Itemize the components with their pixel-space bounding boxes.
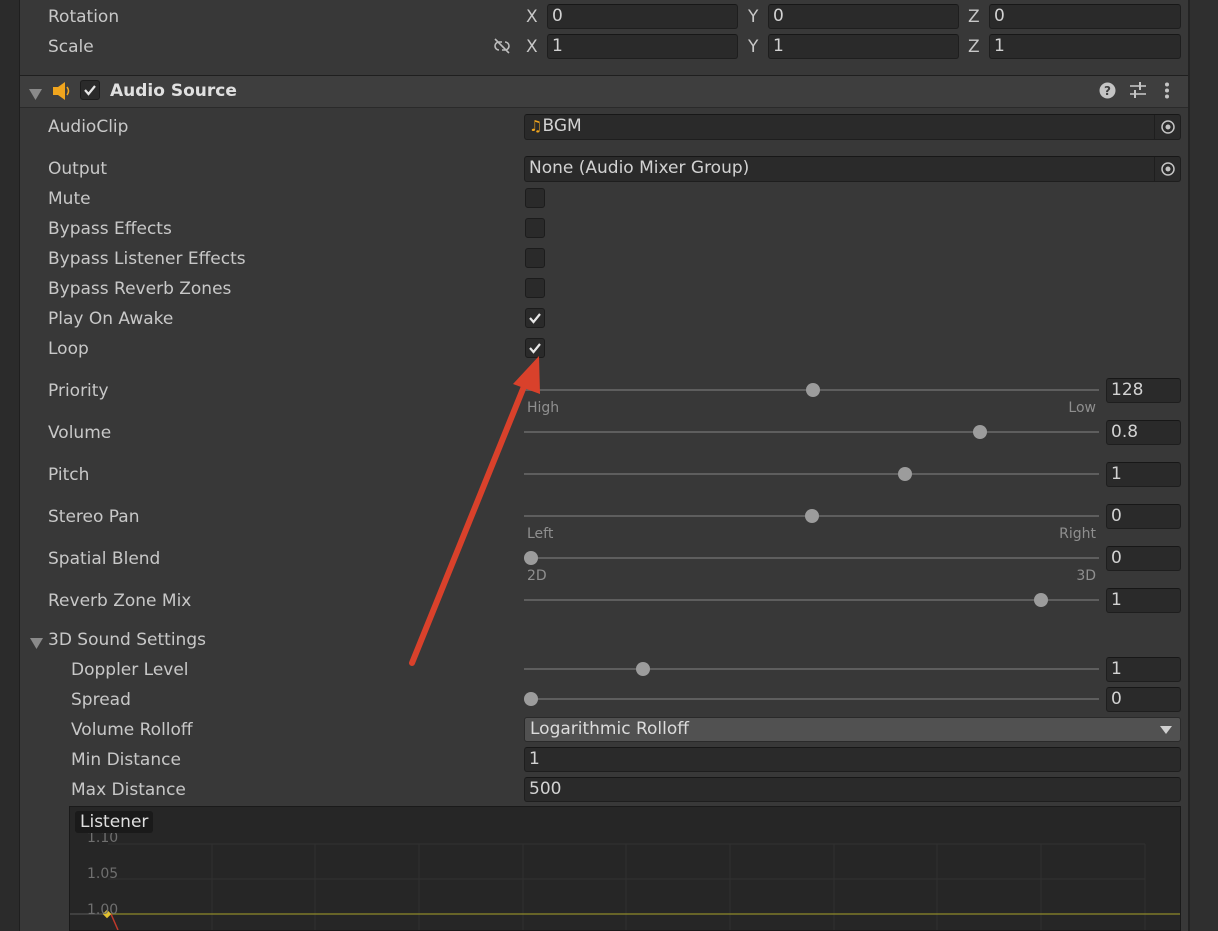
3d-sound-settings-foldout[interactable]: 3D Sound Settings <box>48 630 206 650</box>
volume-rolloff-dropdown[interactable]: Logarithmic Rolloff <box>524 717 1181 742</box>
pitch-label: Pitch <box>48 465 90 485</box>
volume-slider-track[interactable] <box>524 431 1099 433</box>
priority-label: Priority <box>48 381 109 401</box>
doppler-level-slider-thumb[interactable] <box>636 662 651 676</box>
max-distance-field[interactable]: 500 <box>524 777 1181 802</box>
spatial-blend-slider-track[interactable] <box>524 557 1099 559</box>
doppler-level-value-field[interactable]: 1 <box>1106 657 1181 682</box>
audioclip-label: AudioClip <box>48 117 129 137</box>
min-distance-label: Min Distance <box>71 750 181 770</box>
mute-label: Mute <box>48 189 91 209</box>
bypass-reverb-zones-checkbox[interactable] <box>525 278 545 298</box>
annotation-arrow <box>409 356 540 666</box>
presets-icon[interactable] <box>1129 82 1147 103</box>
stereo-pan-label: Stereo Pan <box>48 507 140 527</box>
rotation-x-field[interactable]: 0 <box>547 4 738 29</box>
spatial-blend-max-label: 3D <box>1076 568 1096 584</box>
stereo-pan-max-label: Right <box>1059 526 1096 542</box>
volume-label: Volume <box>48 423 112 443</box>
max-distance-label: Max Distance <box>71 780 186 800</box>
chevron-down-icon <box>1160 726 1172 734</box>
component-title: Audio Source <box>110 81 237 101</box>
scale-label: Scale <box>48 37 94 57</box>
loop-label: Loop <box>48 339 89 359</box>
pitch-slider-track[interactable] <box>524 473 1099 475</box>
foldout-arrow-icon[interactable] <box>30 634 43 653</box>
scale-x-field[interactable]: 1 <box>547 34 738 59</box>
scale-y-field[interactable]: 1 <box>768 34 959 59</box>
rotation-x-axis-label[interactable]: X <box>526 6 538 28</box>
foldout-arrow-icon[interactable] <box>29 85 42 104</box>
scale-y-axis-label[interactable]: Y <box>748 36 758 58</box>
output-field[interactable]: None (Audio Mixer Group) <box>524 156 1181 182</box>
mute-checkbox[interactable] <box>525 188 545 208</box>
audio-clip-icon: ♫ <box>529 117 543 135</box>
priority-max-label: Low <box>1068 400 1096 416</box>
rotation-label: Rotation <box>48 7 120 27</box>
volume-slider-thumb[interactable] <box>972 425 987 439</box>
bypass-reverb-zones-label: Bypass Reverb Zones <box>48 279 232 299</box>
rotation-y-axis-label[interactable]: Y <box>748 6 758 28</box>
unlink-scale-icon[interactable] <box>492 37 512 55</box>
y-tick-label: 1.00 <box>87 902 119 918</box>
volume-rolloff-value: Logarithmic Rolloff <box>530 719 689 739</box>
stereo-pan-slider-thumb[interactable] <box>804 509 819 523</box>
output-label: Output <box>48 159 108 179</box>
audioclip-field[interactable]: ♫BGM <box>524 114 1181 140</box>
bypass-listener-effects-label: Bypass Listener Effects <box>48 249 246 269</box>
left-panel-edge <box>0 0 20 931</box>
play-on-awake-checkbox[interactable] <box>525 308 545 328</box>
spread-slider-thumb[interactable] <box>524 692 538 706</box>
scale-z-field[interactable]: 1 <box>989 34 1181 59</box>
doppler-level-label: Doppler Level <box>71 660 189 680</box>
reverb-zone-mix-label: Reverb Zone Mix <box>48 591 192 611</box>
inspector-scrollbar[interactable] <box>1188 0 1218 931</box>
scale-x-axis-label[interactable]: X <box>526 36 538 58</box>
volume-value-field[interactable]: 0.8 <box>1106 420 1181 445</box>
priority-slider-thumb[interactable] <box>805 383 820 397</box>
bypass-effects-checkbox[interactable] <box>525 218 545 238</box>
play-on-awake-label: Play On Awake <box>48 309 174 329</box>
audio-source-icon <box>52 82 72 104</box>
bypass-effects-label: Bypass Effects <box>48 219 172 239</box>
reverb-zone-mix-slider-thumb[interactable] <box>1033 593 1048 607</box>
pitch-slider-thumb[interactable] <box>898 467 913 481</box>
listener-tag: Listener <box>75 811 154 833</box>
spread-value-field[interactable]: 0 <box>1106 687 1181 712</box>
rolloff-graph-grid <box>70 843 1180 930</box>
reverb-zone-mix-value-field[interactable]: 1 <box>1106 588 1181 613</box>
stereo-pan-value-field[interactable]: 0 <box>1106 504 1181 529</box>
spatial-blend-value-field[interactable]: 0 <box>1106 546 1181 571</box>
scale-z-axis-label[interactable]: Z <box>968 36 980 58</box>
spread-slider-track[interactable] <box>524 698 1099 700</box>
bypass-listener-effects-checkbox[interactable] <box>525 248 545 268</box>
rotation-z-axis-label[interactable]: Z <box>968 6 980 28</box>
y-tick-label: 1.05 <box>87 866 119 882</box>
rotation-z-field[interactable]: 0 <box>989 4 1181 29</box>
rolloff-graph[interactable]: 1.10 1.05 1.00 Listener <box>69 806 1181 931</box>
reverb-zone-mix-slider-track[interactable] <box>524 599 1099 601</box>
spread-label: Spread <box>71 690 131 710</box>
rotation-y-field[interactable]: 0 <box>768 4 959 29</box>
pitch-value-field[interactable]: 1 <box>1106 462 1181 487</box>
svg-text:?: ? <box>1104 84 1111 98</box>
min-distance-field[interactable]: 1 <box>524 747 1181 772</box>
object-picker-icon[interactable] <box>1154 115 1181 139</box>
doppler-level-slider-track[interactable] <box>524 668 1099 670</box>
audioclip-value: BGM <box>542 116 582 136</box>
help-icon[interactable]: ? <box>1099 82 1116 103</box>
object-picker-icon[interactable] <box>1154 157 1181 181</box>
spatial-blend-label: Spatial Blend <box>48 549 161 569</box>
kebab-menu-icon[interactable] <box>1164 82 1170 103</box>
volume-rolloff-label: Volume Rolloff <box>71 720 193 740</box>
priority-value-field[interactable]: 128 <box>1106 378 1181 403</box>
component-enabled-checkbox[interactable] <box>80 80 100 100</box>
